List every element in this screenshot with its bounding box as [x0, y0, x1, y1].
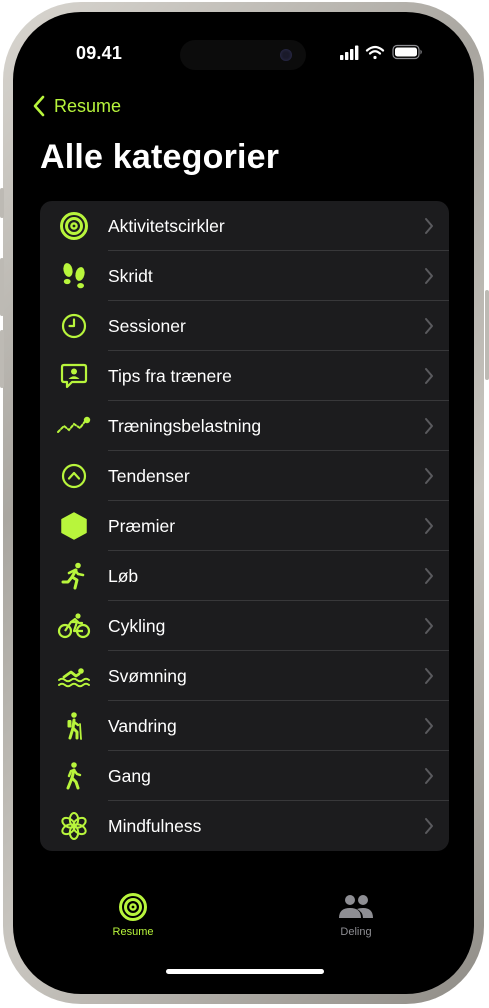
hiking-icon [67, 712, 82, 740]
tab-resume[interactable]: Resume [88, 892, 178, 938]
category-label: Gang [108, 765, 151, 786]
cellular-signal-icon [340, 45, 359, 60]
category-label: Cykling [108, 615, 166, 636]
category-row-lob[interactable]: Løb [40, 551, 449, 601]
trainer-tips-icon [60, 363, 88, 389]
category-label: Vandring [108, 715, 177, 736]
category-label: Aktivitetscirkler [108, 215, 225, 236]
volume-up-button [0, 258, 4, 316]
category-label: Træningsbelastning [108, 415, 262, 436]
home-indicator[interactable] [166, 969, 324, 974]
screen: 09.41 Resume Alle kategorier Aktivitetsc… [22, 22, 467, 986]
category-row-tendenser[interactable]: Tendenser [40, 451, 449, 501]
chevron-right-icon [425, 768, 433, 784]
swimming-icon [58, 668, 90, 688]
category-row-sessioner[interactable]: Sessioner [40, 301, 449, 351]
category-row-aktivitetscirkler[interactable]: Aktivitetscirkler [40, 201, 449, 251]
chevron-right-icon [425, 568, 433, 584]
camera-icon [280, 49, 292, 61]
back-button[interactable]: Resume [32, 92, 121, 120]
category-row-traeningsbelastning[interactable]: Træningsbelastning [40, 401, 449, 451]
category-row-tips-fra-traenere[interactable]: Tips fra trænere [40, 351, 449, 401]
category-label: Tips fra trænere [108, 365, 232, 386]
action-button [0, 188, 4, 218]
chevron-right-icon [425, 668, 433, 684]
page-title: Alle kategorier [40, 138, 280, 176]
category-row-vandring[interactable]: Vandring [40, 701, 449, 751]
battery-icon [392, 44, 422, 60]
category-row-mindfulness[interactable]: Mindfulness [40, 801, 449, 851]
chevron-right-icon [425, 818, 433, 834]
status-icons [340, 44, 422, 60]
activity-rings-icon [119, 893, 147, 921]
category-row-gang[interactable]: Gang [40, 751, 449, 801]
category-label: Skridt [108, 265, 153, 286]
chevron-left-icon [33, 95, 45, 117]
side-button [485, 290, 489, 380]
clock-icon [61, 313, 87, 339]
category-label: Præmier [108, 515, 176, 536]
awards-icon [61, 512, 87, 540]
mindfulness-icon [61, 812, 87, 840]
chevron-right-icon [425, 468, 433, 484]
back-label: Resume [54, 95, 122, 116]
chevron-right-icon [425, 218, 433, 234]
category-row-svomning[interactable]: Svømning [40, 651, 449, 701]
activity-rings-icon [60, 212, 88, 240]
chevron-right-icon [425, 268, 433, 284]
tab-deling[interactable]: Deling [311, 892, 401, 938]
category-row-skridt[interactable]: Skridt [40, 251, 449, 301]
chevron-right-icon [425, 318, 433, 334]
volume-down-button [0, 330, 4, 388]
tab-label: Deling [340, 926, 372, 938]
category-label: Sessioner [108, 315, 186, 336]
chevron-right-icon [425, 618, 433, 634]
people-icon [339, 895, 373, 918]
training-load-icon [57, 416, 91, 433]
walking-icon [66, 762, 82, 790]
categories-list: Aktivitetscirkler Skridt Sessioner Tips … [40, 201, 449, 851]
chevron-right-icon [425, 368, 433, 384]
category-label: Tendenser [108, 465, 190, 486]
tab-label: Resume [112, 926, 154, 938]
category-row-cykling[interactable]: Cykling [40, 601, 449, 651]
chevron-right-icon [425, 418, 433, 434]
cycling-icon [57, 613, 91, 639]
chevron-right-icon [425, 718, 433, 734]
chevron-right-icon [425, 518, 433, 534]
wifi-icon [365, 45, 385, 60]
category-label: Mindfulness [108, 815, 202, 836]
category-label: Løb [108, 565, 139, 586]
category-row-praemier[interactable]: Præmier [40, 501, 449, 551]
status-time: 09.41 [76, 43, 123, 63]
dynamic-island [180, 40, 306, 70]
running-icon [61, 562, 85, 590]
tab-bar: Resume Deling [22, 892, 467, 952]
category-label: Svømning [108, 665, 187, 686]
status-bar: 09.41 [22, 22, 467, 82]
footprints-icon [63, 263, 85, 289]
trends-icon [61, 463, 87, 489]
